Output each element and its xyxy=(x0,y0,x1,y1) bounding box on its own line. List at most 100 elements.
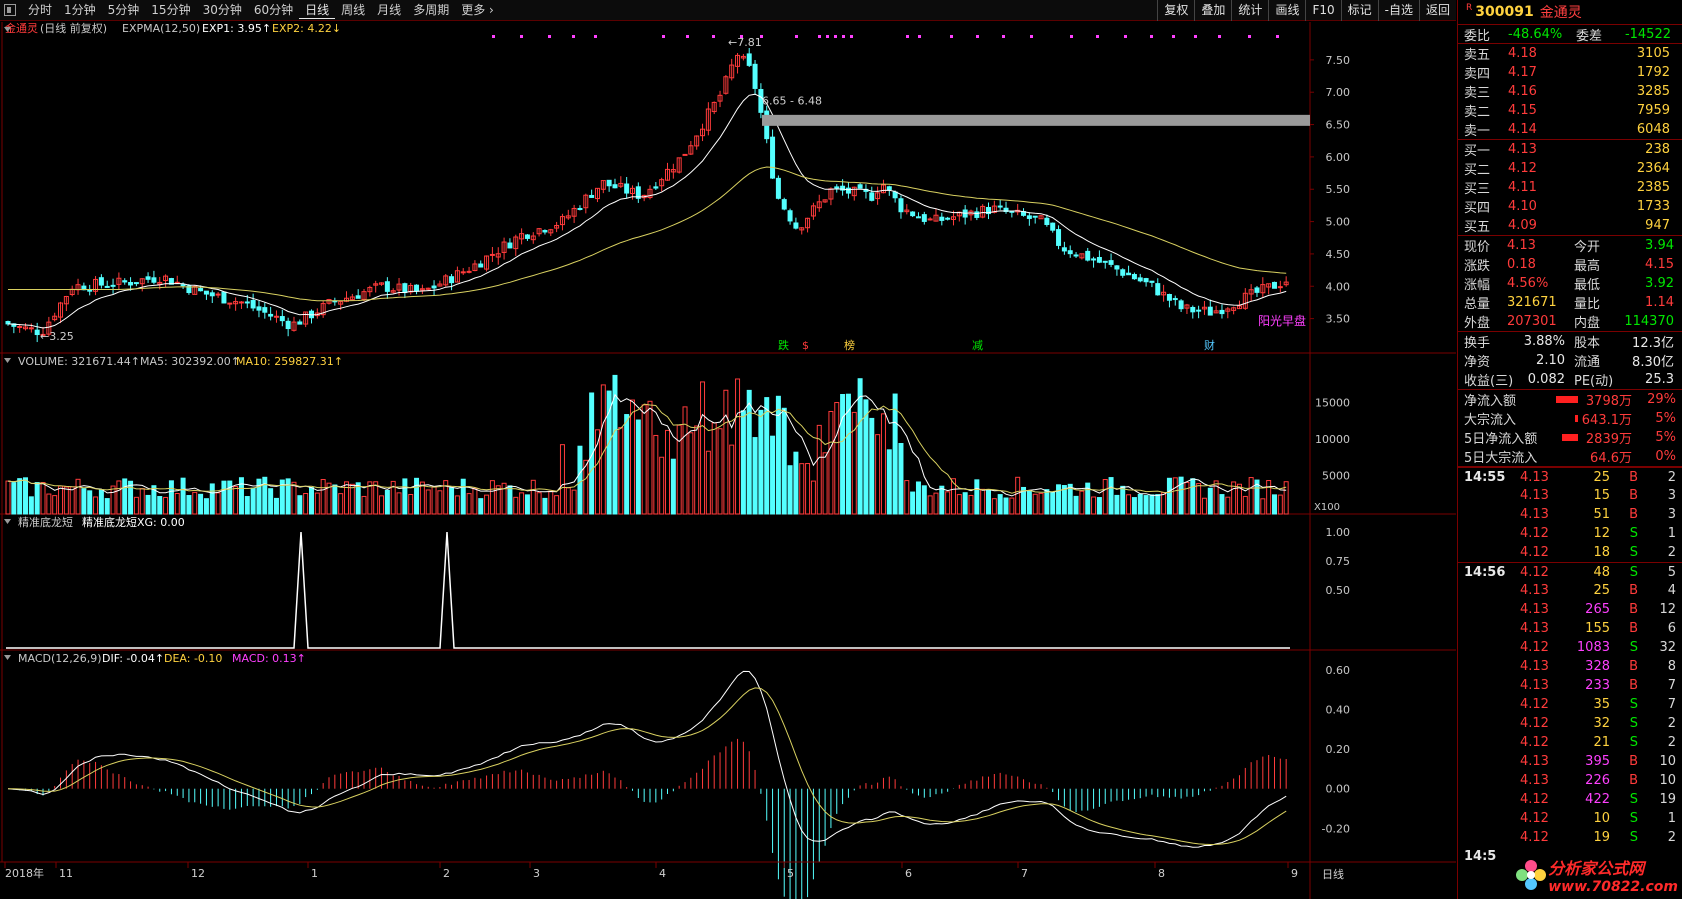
candle-body xyxy=(915,216,921,219)
period-tab[interactable]: 更多 › xyxy=(455,1,500,19)
volume-bar xyxy=(746,389,752,515)
tick-row[interactable]: 4.13 226 B 10 xyxy=(1458,771,1682,790)
period-tab[interactable]: 60分钟 xyxy=(248,1,299,19)
toolbar-button[interactable]: -自选 xyxy=(1377,0,1419,21)
tick-volume: 155 xyxy=(1585,621,1610,636)
period-tab[interactable]: 15分钟 xyxy=(145,1,196,19)
tick-row[interactable]: 4.13 25 B 4 xyxy=(1458,581,1682,600)
tick-count: 8 xyxy=(1667,659,1676,674)
tick-count: 12 xyxy=(1659,602,1676,617)
tick-row[interactable]: 4.12 1083 S 32 xyxy=(1458,638,1682,657)
stat-value: 8.30亿 xyxy=(1632,355,1674,370)
volume-bar xyxy=(122,478,128,515)
tick-row[interactable]: 4.12 18 S 2 xyxy=(1458,543,1682,562)
volume-bar xyxy=(203,498,209,515)
toolbar-button[interactable]: 画线 xyxy=(1268,0,1305,21)
tick-row[interactable]: 4.13 265 B 12 xyxy=(1458,600,1682,619)
book-level-label: 买三 xyxy=(1464,182,1491,197)
stock-code[interactable]: 300091 xyxy=(1475,4,1533,20)
tick-row[interactable]: 4.12 35 S 7 xyxy=(1458,695,1682,714)
book-level-label: 买四 xyxy=(1464,201,1491,216)
toolbar-button[interactable]: 标记 xyxy=(1340,0,1378,21)
candle-body xyxy=(1114,265,1120,270)
watermark-title: 分析家公式网 xyxy=(1548,859,1645,878)
candle-body xyxy=(1254,287,1260,293)
toolbar-button[interactable]: 叠加 xyxy=(1194,0,1231,21)
tick-count: 2 xyxy=(1667,545,1676,560)
period-tab[interactable]: 分时 xyxy=(22,1,58,19)
tick-side: B xyxy=(1629,773,1638,788)
tick-count: 2 xyxy=(1667,830,1676,845)
event-marker: 跌 xyxy=(778,338,789,352)
rights-flag: R xyxy=(1466,3,1473,13)
tick-volume: 35 xyxy=(1593,697,1610,712)
period-tab[interactable]: 月线 xyxy=(371,1,407,19)
tick-row[interactable]: 4.13 15 B 3 xyxy=(1458,486,1682,505)
order-book-row: 买四 4.10 1733 xyxy=(1458,197,1682,216)
tick-row[interactable]: 4.12 32 S 2 xyxy=(1458,714,1682,733)
signal-dot xyxy=(740,35,743,38)
x-tick-label: 4 xyxy=(659,867,666,880)
period-tab[interactable]: 1分钟 xyxy=(58,1,102,19)
candle-body xyxy=(898,198,904,213)
volume-bar xyxy=(384,489,390,515)
book-level-label: 卖四 xyxy=(1464,67,1491,82)
volume-bar xyxy=(892,393,898,515)
period-tab[interactable]: 多周期 xyxy=(407,1,455,19)
volume-bar xyxy=(268,488,274,515)
period-tab[interactable]: 日线 xyxy=(299,1,336,19)
tick-row[interactable]: 4.13 51 B 3 xyxy=(1458,505,1682,524)
tick-list[interactable]: 14:55 4.13 25 B 2 4.13 15 B 3 4.13 51 B 3 4.12 12 S 1 4.1… xyxy=(1458,467,1682,847)
toolbar-button[interactable]: F10 xyxy=(1305,0,1340,21)
order-book-row: 买二 4.12 2364 xyxy=(1458,159,1682,178)
tick-row[interactable]: 4.13 395 B 10 xyxy=(1458,752,1682,771)
volume-bar xyxy=(898,443,904,515)
volume-bar xyxy=(1073,495,1079,515)
candle-body xyxy=(892,191,898,199)
candle-body xyxy=(612,184,618,189)
volume-bar xyxy=(1050,491,1056,515)
signal-value: 精准底龙短XG: 0.00 xyxy=(82,515,185,529)
toolbar-button[interactable]: 统计 xyxy=(1231,0,1268,21)
tick-price: 4.12 xyxy=(1520,526,1549,541)
volume-bar xyxy=(478,498,484,515)
tick-row[interactable]: 4.12 422 S 19 xyxy=(1458,790,1682,809)
x-tick-label: 2018年 xyxy=(5,866,44,880)
period-tab[interactable]: 周线 xyxy=(335,1,371,19)
tick-count: 10 xyxy=(1659,754,1676,769)
tick-side: S xyxy=(1629,716,1638,731)
candle-body xyxy=(1137,277,1143,282)
signal-dot xyxy=(834,35,837,38)
candle-body xyxy=(262,307,268,313)
tick-volume: 328 xyxy=(1585,659,1610,674)
period-tab[interactable]: 30分钟 xyxy=(197,1,248,19)
stat-label: 最低 xyxy=(1574,278,1601,293)
tick-row[interactable]: 4.13 155 B 6 xyxy=(1458,619,1682,638)
stock-name[interactable]: 金通灵 xyxy=(1540,2,1582,22)
tick-price: 4.13 xyxy=(1520,659,1549,674)
layout-icon[interactable] xyxy=(4,4,16,16)
tick-row[interactable]: 14:55 4.13 25 B 2 xyxy=(1458,467,1682,486)
tick-price: 4.12 xyxy=(1520,830,1549,845)
flow-label: 5日净流入额 xyxy=(1464,432,1538,447)
volume-bar xyxy=(997,494,1003,515)
tick-row[interactable]: 4.12 10 S 1 xyxy=(1458,809,1682,828)
tick-row[interactable]: 4.13 233 B 7 xyxy=(1458,676,1682,695)
tick-row[interactable]: 4.13 328 B 8 xyxy=(1458,657,1682,676)
tick-row[interactable]: 4.12 19 S 2 xyxy=(1458,828,1682,847)
tick-row[interactable]: 4.12 12 S 1 xyxy=(1458,524,1682,543)
stat-label: 今开 xyxy=(1574,240,1601,255)
y-tick-label: 7.50 xyxy=(1326,54,1351,67)
kline-chart[interactable]: 6.65 - 6.48 ←7.81 ←3.25 跌 $ 榜 减 财 阳光早盘 7.50 7.00 6.… xyxy=(0,21,1456,899)
tick-row[interactable]: 14:56 4.12 48 S 5 xyxy=(1458,562,1682,581)
toolbar-button[interactable]: 复权 xyxy=(1157,0,1194,21)
signal-dot xyxy=(1124,35,1127,38)
macd-title: MACD(12,26,9) xyxy=(18,652,102,665)
candle-body xyxy=(945,217,951,220)
toolbar-button[interactable]: 返回 xyxy=(1418,0,1456,21)
period-tab[interactable]: 5分钟 xyxy=(102,1,146,19)
tick-side: S xyxy=(1629,564,1638,580)
x-tick-label: 7 xyxy=(1021,867,1028,880)
tick-row[interactable]: 4.12 21 S 2 xyxy=(1458,733,1682,752)
tick-count: 19 xyxy=(1659,792,1676,807)
